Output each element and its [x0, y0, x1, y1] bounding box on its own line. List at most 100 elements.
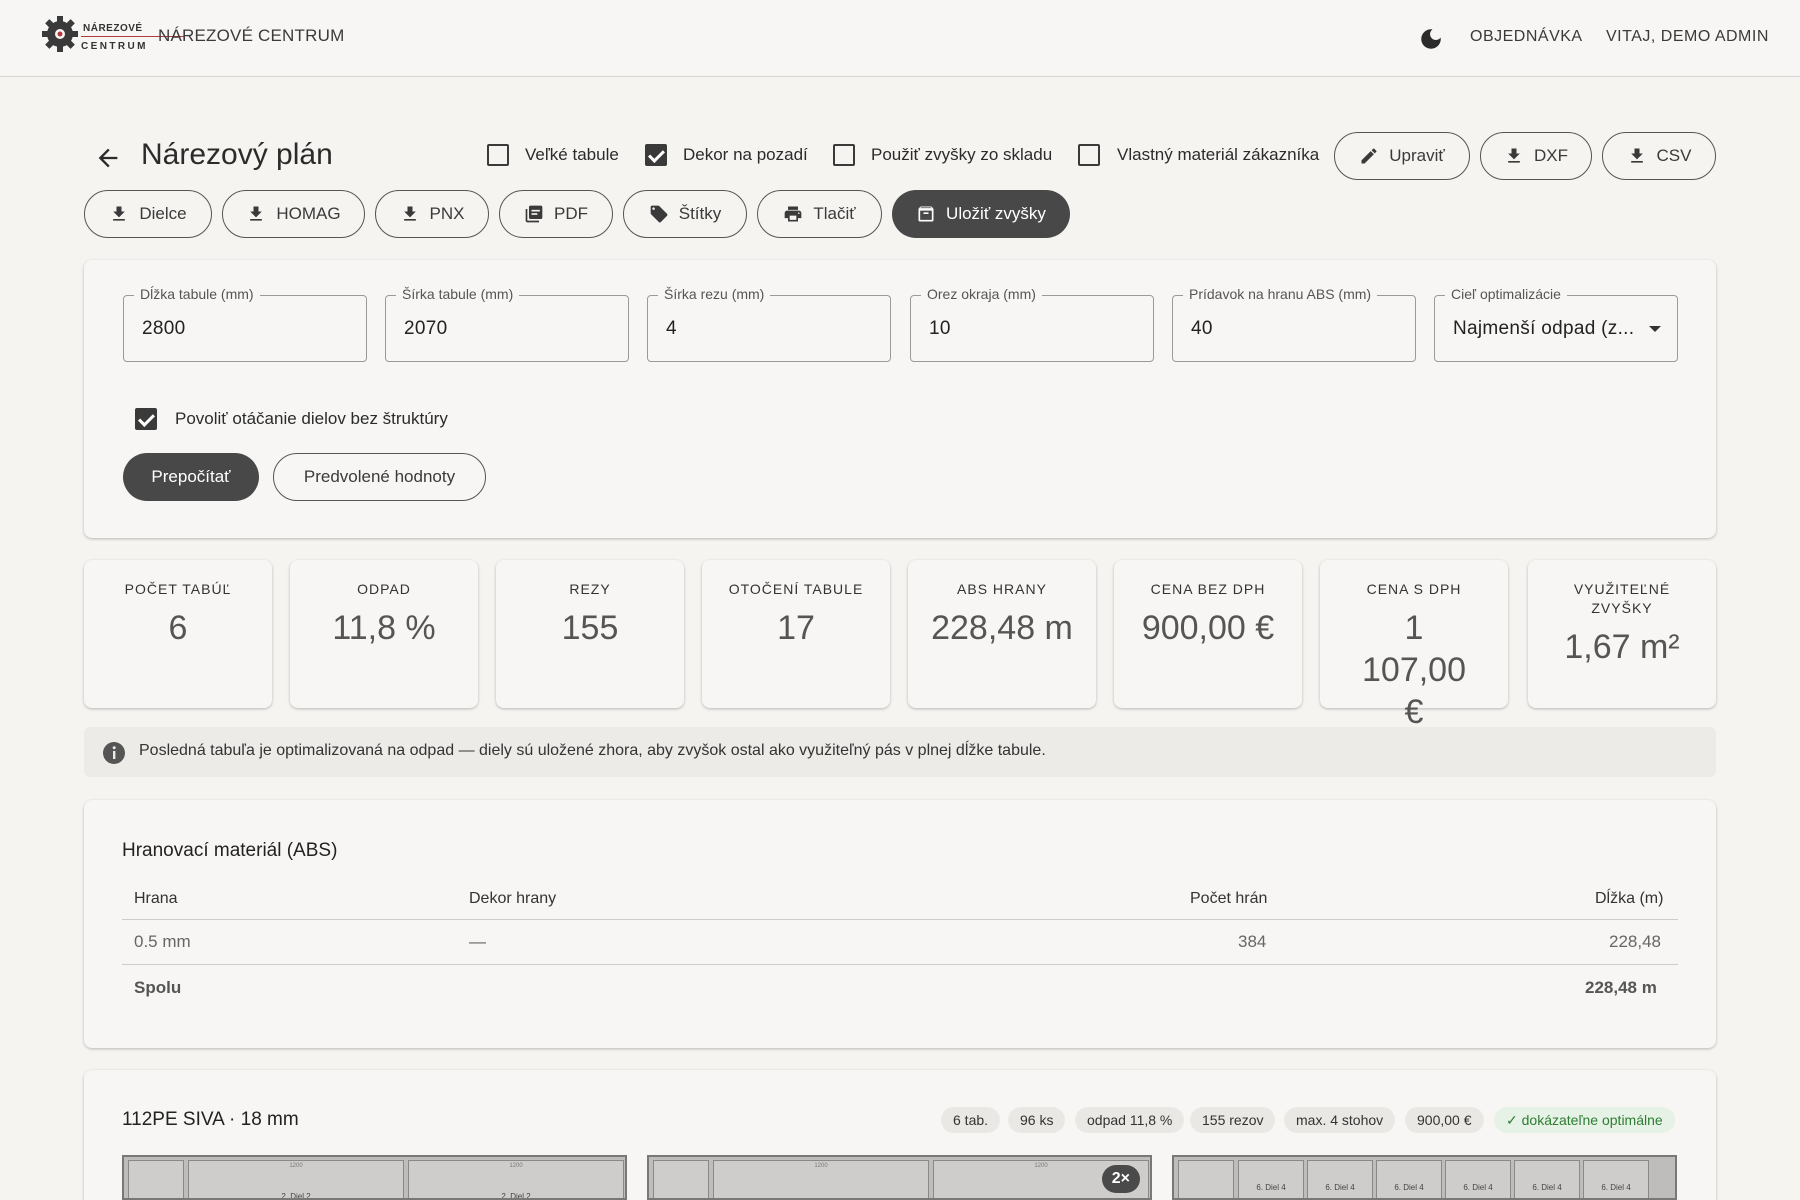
stat-label: CENA BEZ DPH — [1150, 581, 1266, 597]
dxf-download-button[interactable]: DXF — [1480, 132, 1592, 180]
board-length-field[interactable]: Dĺžka tabule (mm) 2800 — [123, 286, 367, 362]
table-row-divider — [122, 964, 1678, 965]
stat-value: 1 107,00 € — [1362, 609, 1466, 731]
optimization-goal-value: Najmenší odpad (z... — [1453, 318, 1633, 339]
sheet-part[interactable]: 1200 2. Diel 2 — [408, 1160, 624, 1198]
dxf-button-label: DXF — [1534, 146, 1568, 165]
checkbox-use-leftovers-label: Použiť zvyšky zo skladu — [871, 145, 1053, 164]
chip-optimal-status: ✓ dokázateľne optimálne — [1494, 1107, 1675, 1133]
export-homag-label: HOMAG — [276, 204, 341, 223]
board-length-value: 2800 — [142, 318, 186, 339]
column-header-edge-count[interactable]: Počet hrán — [1190, 890, 1267, 908]
stat-label: POČET TABÚĽ — [124, 581, 232, 597]
print-button[interactable]: Tlačiť — [757, 190, 882, 238]
csv-button-label: CSV — [1656, 146, 1692, 165]
moon-icon[interactable] — [1418, 26, 1444, 52]
checkbox-decor-background[interactable] — [645, 144, 667, 166]
optimization-goal-label: Cieľ optimalizácie — [1445, 286, 1567, 302]
sheet-part[interactable]: 6. Diel 4 — [1376, 1160, 1442, 1198]
sheet-part[interactable]: 1200 2. Diel 2 — [188, 1160, 404, 1200]
board-width-field[interactable]: Šírka tabule (mm) 2070 — [385, 286, 629, 362]
column-header-length[interactable]: Dĺžka (m) — [1595, 890, 1663, 908]
chip-cuts: 155 rezov — [1190, 1107, 1276, 1133]
download-icon — [250, 206, 263, 221]
edge-trim-label: Orez okraja (mm) — [921, 286, 1042, 302]
edit-button[interactable]: Upraviť — [1334, 132, 1470, 180]
download-icon — [1508, 148, 1520, 163]
board-width-label: Šírka tabule (mm) — [396, 286, 520, 302]
csv-download-button[interactable]: CSV — [1602, 132, 1716, 180]
sheet-part[interactable]: 6. Diel 4 — [1583, 1160, 1649, 1198]
default-values-button[interactable]: Predvolené hodnoty — [273, 453, 486, 501]
cutting-sheet-1[interactable]: 1200 2. Diel 2 1200 2. Diel 2 — [122, 1155, 627, 1200]
checkbox-allow-rotation[interactable] — [135, 408, 157, 430]
table-cell-length: 228,48 — [1609, 932, 1661, 951]
download-icon — [1630, 148, 1643, 163]
export-pdf-button[interactable]: PDF — [499, 190, 613, 238]
board-width-value: 2070 — [404, 318, 448, 339]
sheet-part[interactable]: 6. Diel 4 — [1238, 1160, 1304, 1198]
edge-material-card — [84, 800, 1716, 1048]
arrow-left-icon[interactable] — [94, 144, 122, 172]
sheet-part[interactable] — [128, 1160, 184, 1198]
edge-trim-field[interactable]: Orez okraja (mm) 10 — [910, 286, 1154, 362]
stat-card-rotations: OTOČENÍ TABULE 17 — [702, 560, 890, 708]
checkbox-allow-rotation-label: Povoliť otáčanie dielov bez štruktúry — [175, 409, 448, 428]
nav-user-menu[interactable]: VITAJ, DEMO ADMIN — [1606, 28, 1769, 46]
dropdown-arrow-icon — [1649, 326, 1661, 332]
stat-label: CENA S DPH — [1366, 581, 1462, 597]
abs-allowance-value: 40 — [1191, 318, 1213, 339]
stat-value: 6 — [168, 609, 188, 647]
labels-button[interactable]: Štítky — [623, 190, 747, 238]
stat-label: OTOČENÍ TABULE — [728, 581, 864, 597]
cutting-sheet-2[interactable]: 1200 1200 2× — [647, 1155, 1152, 1200]
table-cell-edge-count: 384 — [1238, 932, 1267, 951]
sheet-part[interactable]: 6. Diel 4 — [1514, 1160, 1580, 1198]
pdf-icon — [525, 205, 543, 223]
stat-label: ODPAD — [357, 581, 411, 597]
info-banner: Posledná tabuľa je optimalizovaná na odp… — [84, 727, 1716, 777]
kerf-width-value: 4 — [666, 318, 677, 339]
save-leftovers-button[interactable]: Uložiť zvyšky — [892, 190, 1070, 238]
printer-icon — [785, 206, 802, 222]
checkbox-customer-material[interactable] — [1078, 144, 1100, 166]
board-length-label: Dĺžka tabule (mm) — [134, 286, 260, 302]
abs-allowance-field[interactable]: Prídavok na hranu ABS (mm) 40 — [1172, 286, 1416, 362]
column-header-edge-decor[interactable]: Dekor hrany — [469, 890, 556, 908]
stat-value: 900,00 € — [1141, 609, 1275, 647]
kerf-width-field[interactable]: Šírka rezu (mm) 4 — [647, 286, 891, 362]
logo-text-line2: CENTRUM — [81, 41, 148, 52]
sheet-part[interactable] — [1178, 1160, 1234, 1198]
optimization-goal-select[interactable]: Cieľ optimalizácie Najmenší odpad (z... — [1434, 286, 1678, 362]
sheet-part[interactable]: 1200 — [713, 1160, 929, 1198]
export-homag-button[interactable]: HOMAG — [222, 190, 365, 238]
recalculate-button[interactable]: Prepočítať — [123, 453, 259, 501]
info-icon — [103, 742, 125, 764]
top-app-bar: NÁREZOVÉ CENTRUM NÁREZOVÉ CENTRUM OBJEDN… — [0, 0, 1800, 77]
export-pdf-label: PDF — [554, 204, 588, 223]
column-header-edge[interactable]: Hrana — [134, 890, 178, 908]
app-logo[interactable]: NÁREZOVÉ CENTRUM — [40, 14, 185, 58]
part-dimension: 1200 — [289, 1163, 303, 1169]
table-total-value: 228,48 m — [1585, 978, 1657, 997]
export-parts-button[interactable]: Dielce — [84, 190, 212, 238]
nav-order-link[interactable]: OBJEDNÁVKA — [1470, 28, 1583, 46]
checkbox-use-leftovers[interactable] — [833, 144, 855, 166]
save-leftovers-label: Uložiť zvyšky — [946, 204, 1046, 223]
checkbox-large-boards[interactable] — [487, 144, 509, 166]
part-label: 2. Diel 2 — [281, 1192, 311, 1200]
print-button-label: Tlačiť — [813, 204, 856, 223]
cutting-sheet-3[interactable]: 6. Diel 4 6. Diel 4 6. Diel 4 6. Diel 4 … — [1172, 1155, 1677, 1200]
stat-value: 155 — [561, 609, 619, 647]
download-icon — [113, 206, 126, 221]
part-label: 6. Diel 4 — [1394, 1183, 1424, 1192]
part-label: 6. Diel 4 — [1256, 1183, 1286, 1192]
logo-text-line1: NÁREZOVÉ — [83, 23, 143, 34]
checkbox-large-boards-label: Veľké tabule — [525, 145, 619, 164]
page-title: Nárezový plán — [141, 138, 333, 171]
pencil-icon — [1361, 148, 1377, 164]
export-pnx-button[interactable]: PNX — [375, 190, 489, 238]
sheet-part[interactable] — [653, 1160, 709, 1198]
sheet-part[interactable]: 6. Diel 4 — [1307, 1160, 1373, 1198]
sheet-part[interactable]: 6. Diel 4 — [1445, 1160, 1511, 1198]
